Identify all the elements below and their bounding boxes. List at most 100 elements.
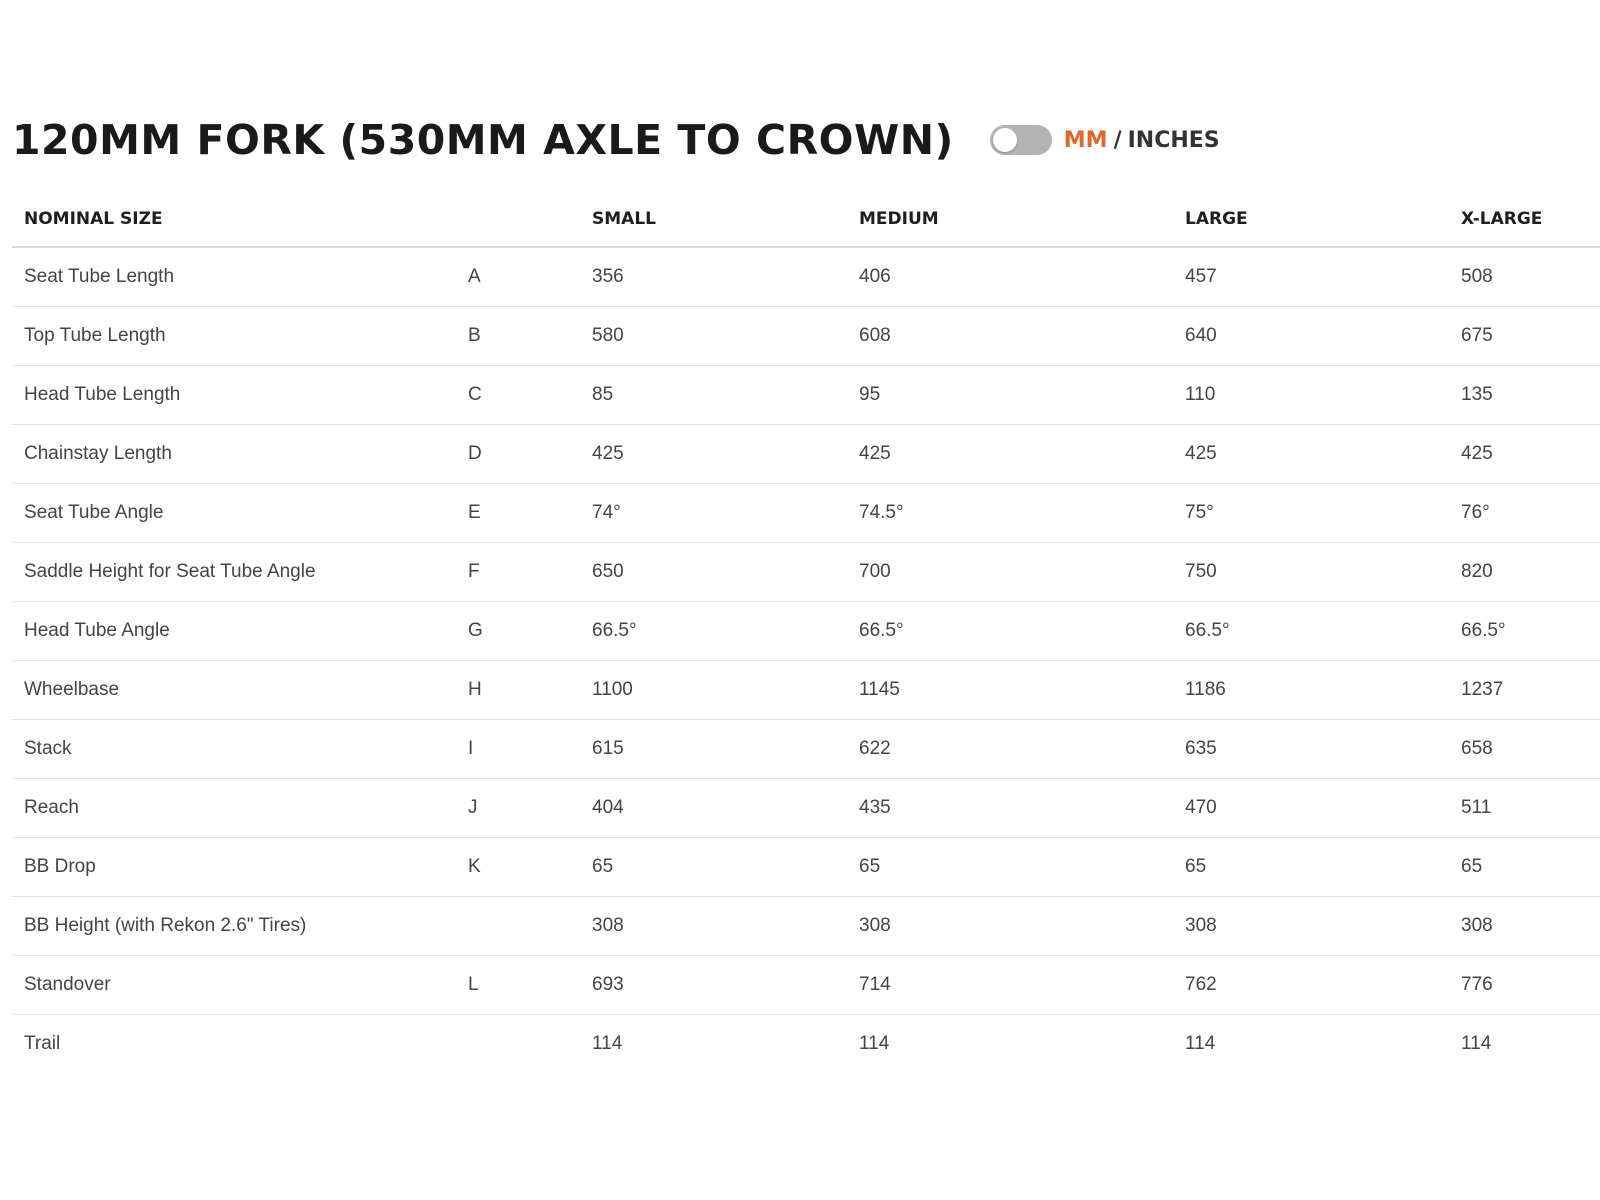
value-small: 74° xyxy=(580,483,847,543)
unit-inches-option[interactable]: INCHES xyxy=(1128,128,1220,153)
measurement-name: BB Drop xyxy=(12,837,456,897)
value-medium: 65 xyxy=(847,837,1173,897)
geometry-table: NOMINAL SIZE SMALL MEDIUM LARGE X-LARGE … xyxy=(12,191,1600,1073)
measurement-letter: B xyxy=(456,306,580,366)
table-row: Reach J 404 435 470 511 xyxy=(12,778,1600,838)
value-small: 85 xyxy=(580,365,847,425)
value-x-large: 65 xyxy=(1449,837,1600,897)
value-medium: 406 xyxy=(847,247,1173,307)
value-large: 762 xyxy=(1173,955,1449,1015)
unit-labels: MM / INCHES xyxy=(1064,128,1220,153)
measurement-name: Top Tube Length xyxy=(12,306,456,366)
measurement-name: Standover xyxy=(12,955,456,1015)
value-x-large: 508 xyxy=(1449,247,1600,307)
value-medium: 114 xyxy=(859,1033,890,1054)
unit-mm-option[interactable]: MM xyxy=(1064,128,1108,153)
page-title: 120MM FORK (530MM AXLE TO CROWN) xyxy=(12,116,954,164)
measurement-name: Seat Tube Length xyxy=(12,247,456,307)
value-medium: 608 xyxy=(847,306,1173,366)
value-x-large: 776 xyxy=(1449,955,1600,1015)
value-medium: 435 xyxy=(847,778,1173,838)
value-small: 356 xyxy=(580,247,847,307)
value-small: 650 xyxy=(580,542,847,602)
value-x-large: 425 xyxy=(1449,424,1600,484)
value-x-large: 511 xyxy=(1449,778,1600,838)
value-large: 640 xyxy=(1173,306,1449,366)
measurement-letter: E xyxy=(456,483,580,543)
value-small: 308 xyxy=(580,896,847,956)
value-large: 470 xyxy=(1173,778,1449,838)
value-large: 1186 xyxy=(1173,660,1449,720)
measurement-letter xyxy=(456,896,580,956)
table-body: Seat Tube Length A 356 406 457 508 Top Tube Le… xyxy=(12,247,1600,1073)
table-row: BB Height (with Rekon 2.6" Tires) 308 308 3… xyxy=(12,896,1600,956)
value-x-large: 76° xyxy=(1449,483,1600,543)
value-x-large: 135 xyxy=(1449,365,1600,425)
value-large: 308 xyxy=(1173,896,1449,956)
measurement-letter: J xyxy=(456,778,580,838)
value-x-large: 308 xyxy=(1449,896,1600,956)
value-small: 1100 xyxy=(580,660,847,720)
value-medium: 66.5° xyxy=(847,601,1173,661)
unit-separator: / xyxy=(1113,127,1122,153)
measurement-name: BB Height (with Rekon 2.6" Tires) xyxy=(12,896,456,956)
measurement-name: Reach xyxy=(12,778,456,838)
value-small: 65 xyxy=(580,837,847,897)
measurement-letter: F xyxy=(456,542,580,602)
value-medium: 425 xyxy=(847,424,1173,484)
measurement-name: Wheelbase xyxy=(12,660,456,720)
value-small: 66.5° xyxy=(580,601,847,661)
unit-toggle[interactable]: MM / INCHES xyxy=(989,125,1220,155)
value-x-large: 658 xyxy=(1449,719,1600,779)
value-small: 580 xyxy=(580,306,847,366)
value-x-large: 114 xyxy=(1461,1033,1492,1054)
column-header-nominal-size: NOMINAL SIZE xyxy=(12,191,456,248)
measurement-name: Trail xyxy=(24,1033,61,1054)
measurement-name: Head Tube Angle xyxy=(12,601,456,661)
column-header-small: SMALL xyxy=(580,191,847,248)
measurement-name: Head Tube Length xyxy=(12,365,456,425)
value-small: 404 xyxy=(580,778,847,838)
measurement-letter xyxy=(456,1015,580,1074)
table-row: Trail 114 114 114 114 xyxy=(12,1015,1600,1074)
table-row: Seat Tube Angle E 74° 74.5° 75° 76° xyxy=(12,483,1600,543)
table-row: Head Tube Length C 85 95 110 135 xyxy=(12,365,1600,425)
column-header-letter xyxy=(456,191,580,248)
value-small: 615 xyxy=(580,719,847,779)
value-medium: 714 xyxy=(847,955,1173,1015)
column-header-x-large: X-LARGE xyxy=(1449,191,1600,248)
value-medium: 308 xyxy=(847,896,1173,956)
value-small: 693 xyxy=(580,955,847,1015)
value-x-large: 675 xyxy=(1449,306,1600,366)
value-large: 66.5° xyxy=(1173,601,1449,661)
value-medium: 700 xyxy=(847,542,1173,602)
table-row: Seat Tube Length A 356 406 457 508 xyxy=(12,247,1600,307)
value-large: 457 xyxy=(1173,247,1449,307)
value-medium: 95 xyxy=(847,365,1173,425)
table-row: Chainstay Length D 425 425 425 425 xyxy=(12,424,1600,484)
value-medium: 622 xyxy=(847,719,1173,779)
measurement-name: Seat Tube Angle xyxy=(12,483,456,543)
unit-toggle-switch[interactable] xyxy=(989,125,1052,155)
value-large: 75° xyxy=(1173,483,1449,543)
measurement-letter: I xyxy=(456,719,580,779)
measurement-name: Chainstay Length xyxy=(12,424,456,484)
measurement-name: Saddle Height for Seat Tube Angle xyxy=(12,542,456,602)
table-row: Head Tube Angle G 66.5° 66.5° 66.5° 66.5° xyxy=(12,601,1600,661)
value-medium: 74.5° xyxy=(847,483,1173,543)
page-header: 120MM FORK (530MM AXLE TO CROWN) MM / INCH… xyxy=(12,112,1220,168)
value-x-large: 820 xyxy=(1449,542,1600,602)
table-row: Wheelbase H 1100 1145 1186 1237 xyxy=(12,660,1600,720)
table-row: Saddle Height for Seat Tube Angle F 650 700… xyxy=(12,542,1600,602)
measurement-letter: D xyxy=(456,424,580,484)
value-small: 425 xyxy=(580,424,847,484)
measurement-letter: K xyxy=(456,837,580,897)
value-large: 425 xyxy=(1173,424,1449,484)
column-header-large: LARGE xyxy=(1173,191,1449,248)
table-row: Standover L 693 714 762 776 xyxy=(12,955,1600,1015)
measurement-letter: G xyxy=(456,601,580,661)
value-small: 114 xyxy=(592,1033,623,1054)
toggle-knob xyxy=(992,128,1017,152)
value-x-large: 66.5° xyxy=(1449,601,1600,661)
table-row: Stack I 615 622 635 658 xyxy=(12,719,1600,779)
